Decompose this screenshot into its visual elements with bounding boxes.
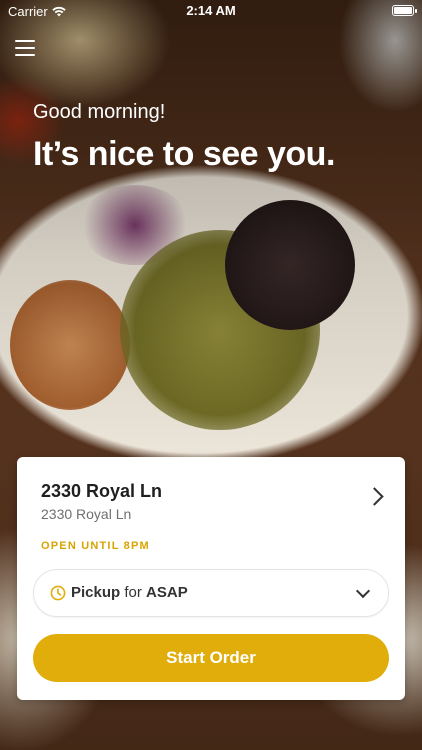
greeting-text: Good morning!: [33, 101, 166, 123]
battery-icon: [392, 5, 417, 16]
status-bar: Carrier 2:14 AM: [0, 0, 422, 22]
location-card: 2330 Royal Ln 2330 Royal Ln OPEN UNTIL 8…: [17, 457, 405, 700]
start-order-button[interactable]: Start Order: [33, 634, 389, 682]
order-mode: Pickup: [71, 584, 121, 601]
hamburger-menu-icon[interactable]: [15, 40, 35, 56]
page-title: It’s nice to see you.: [33, 135, 335, 173]
order-for-word: for: [124, 584, 142, 601]
chevron-right-icon: [365, 487, 384, 506]
chevron-down-icon: [355, 583, 371, 599]
status-time: 2:14 AM: [186, 3, 236, 18]
hours-status: OPEN UNTIL 8PM: [41, 540, 150, 552]
order-time: ASAP: [146, 584, 188, 601]
location-selector[interactable]: 2330 Royal Ln 2330 Royal Ln: [17, 457, 405, 527]
pickup-summary: Pickup for ASAP: [71, 584, 188, 601]
location-address: 2330 Royal Ln: [41, 506, 132, 522]
pickup-time-selector[interactable]: Pickup for ASAP: [33, 569, 389, 617]
location-name: 2330 Royal Ln: [41, 481, 163, 501]
clock-icon: [50, 585, 66, 601]
